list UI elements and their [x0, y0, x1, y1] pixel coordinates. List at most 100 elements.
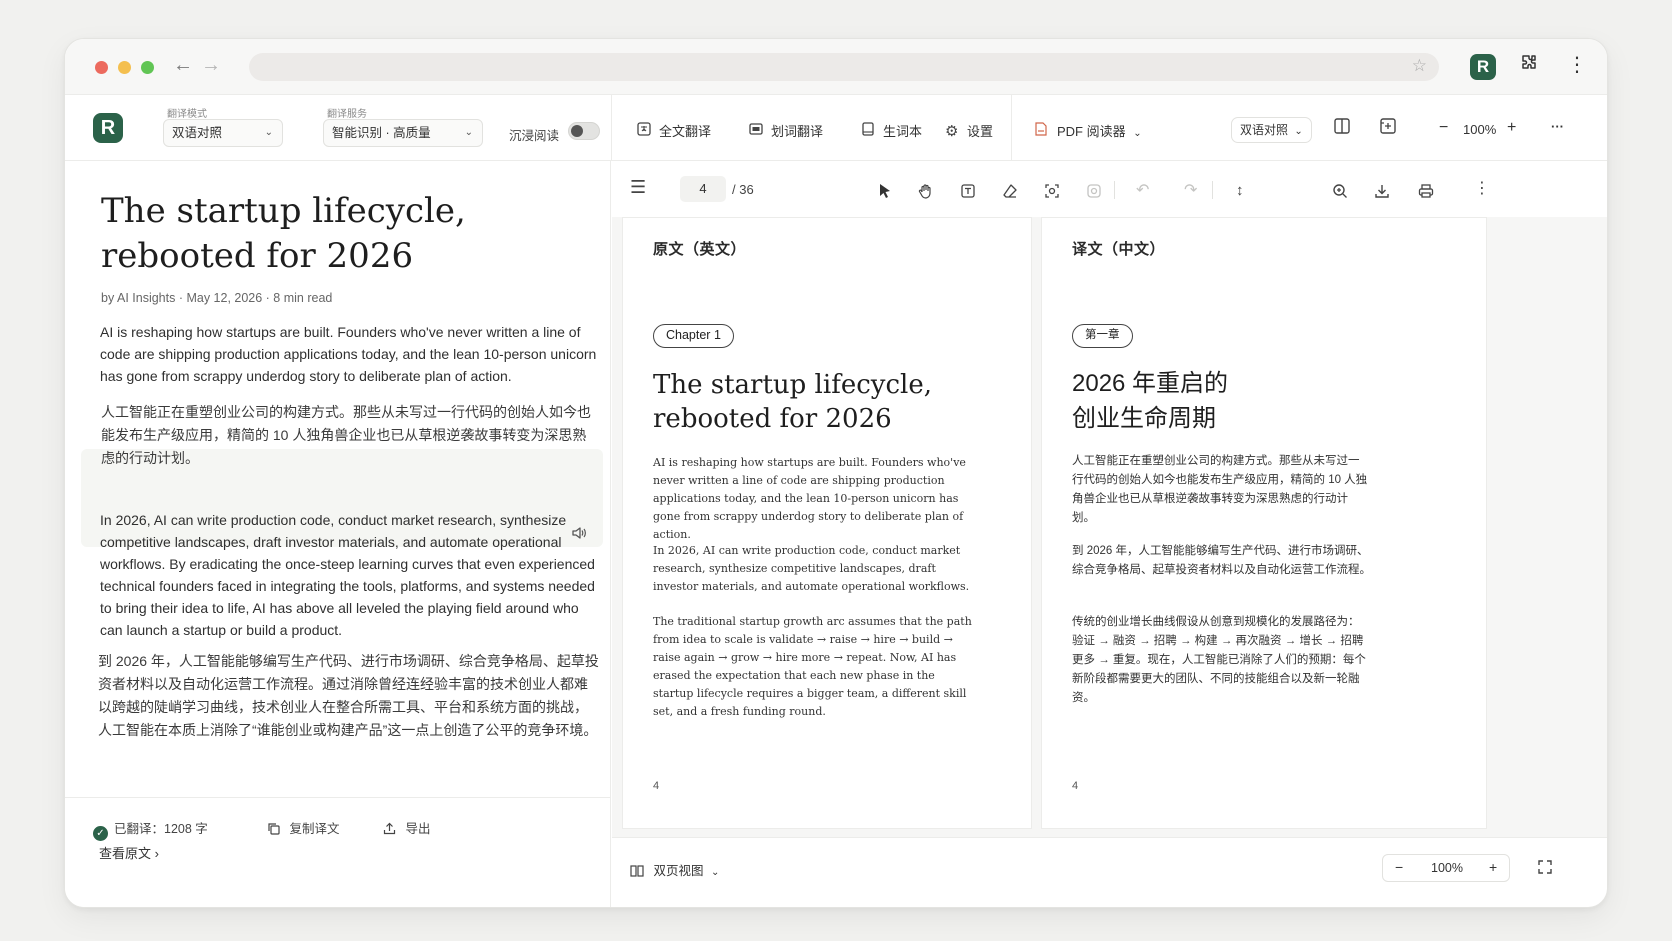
minimize-window-button[interactable]: [118, 61, 131, 74]
close-window-button[interactable]: [95, 61, 108, 74]
footer-zoom-level: 100%: [1431, 861, 1463, 875]
zoom-level: 100%: [1463, 122, 1497, 137]
bilingual-view-select[interactable]: 双语对照 ⌄: [1231, 117, 1312, 143]
translation-mode-select[interactable]: 双语对照 ⌄: [163, 119, 283, 147]
two-page-icon: [630, 865, 647, 880]
book-icon: [861, 122, 877, 139]
page-paragraph: AI is reshaping how startups are built. …: [653, 456, 966, 541]
more-options-icon[interactable]: ···: [1551, 119, 1564, 134]
paragraph-translation: 人工智能正在重塑创业公司的构建方式。那些从未写过一行代码的创始人如今也能发布生产…: [101, 404, 591, 466]
split-view-icon[interactable]: [1333, 117, 1351, 138]
forward-arrow-icon[interactable]: →: [201, 53, 221, 77]
text-box-icon[interactable]: [960, 183, 976, 203]
page-number: 4: [653, 780, 660, 792]
pdf-footer: 双页视图 ⌄ − 100% +: [612, 837, 1607, 907]
chevron-down-icon: ⌄: [710, 867, 720, 878]
export-label: 导出: [405, 822, 431, 836]
vocabulary-button[interactable]: 生词本: [861, 121, 922, 140]
screenshot-icon[interactable]: [1044, 183, 1060, 203]
chevron-down-icon: ⌄: [464, 127, 473, 138]
redo-icon: ↷: [1184, 182, 1198, 199]
view-mode-select[interactable]: 双页视图 ⌄: [630, 860, 719, 880]
pdf-viewer: 原文（英文） Chapter 1 The startup lifecycle, …: [612, 217, 1607, 837]
hand-icon[interactable]: [918, 183, 934, 203]
page-number: 4: [1072, 780, 1079, 792]
check-circle-icon: ✓: [93, 826, 108, 841]
stamp-icon: [1086, 183, 1102, 203]
translation-mode-group: 翻译模式 双语对照 ⌄: [163, 105, 283, 147]
translation-header: 译文（中文）: [1072, 241, 1166, 258]
full-translate-button[interactable]: 全文翻译: [637, 121, 711, 140]
toolbar-divider: [611, 95, 612, 161]
full-translate-label: 全文翻译: [659, 124, 712, 139]
bookmark-star-icon[interactable]: ☆: [1412, 56, 1427, 76]
translated-count: 已翻译：1208 字: [114, 822, 208, 836]
app-toolbar: R 翻译模式 双语对照 ⌄ 翻译服务 智能识别 · 高质量 ⌄ 沉浸阅读 全文翻…: [65, 95, 1607, 161]
back-arrow-icon[interactable]: ←: [173, 53, 193, 77]
article-byline: by AI Insights · May 12, 2026 · 8 min re…: [101, 291, 333, 305]
page-paragraph: 传统的创业增长曲线假设从创意到规模化的发展路径为：验证 → 融资 → 招聘 → …: [1072, 616, 1366, 704]
page-paragraph: 人工智能正在重塑创业公司的构建方式。那些从未写过一行代码的创始人如今也能发布生产…: [1072, 455, 1368, 524]
export-icon: [383, 822, 399, 838]
toolbar-divider: [1011, 95, 1012, 161]
extension-logo-icon[interactable]: R: [1470, 54, 1496, 80]
word-translate-button[interactable]: 划词翻译: [749, 121, 823, 140]
cursor-icon[interactable]: [878, 183, 892, 203]
chapter-badge: Chapter 1: [653, 324, 734, 348]
zoom-search-icon[interactable]: [1332, 183, 1348, 203]
menu-icon[interactable]: ☰: [630, 178, 646, 196]
page-title: The startup lifecycle, rebooted for 2026: [653, 370, 932, 434]
extensions-puzzle-icon[interactable]: [1519, 53, 1539, 79]
page-paragraph: In 2026, AI can write production code, c…: [653, 544, 970, 593]
translation-status: ✓ 已翻译：1208 字: [93, 818, 208, 841]
chevron-down-icon: ⌄: [264, 127, 273, 138]
immersive-reading-label: 沉浸阅读: [509, 129, 560, 143]
browser-menu-icon[interactable]: ⋮: [1567, 51, 1587, 79]
pdf-reader-label: PDF 阅读器: [1057, 124, 1126, 139]
settings-button[interactable]: ⚙ 设置: [945, 121, 993, 140]
article-pane: The startup lifecycle, rebooted for 2026…: [65, 161, 611, 907]
original-header: 原文（英文）: [653, 241, 747, 258]
immersive-reading-toggle[interactable]: [568, 122, 600, 140]
toolbar-divider: [1212, 181, 1213, 199]
pdf-more-icon[interactable]: ⋮: [1474, 181, 1490, 197]
view-mode-label: 双页视图: [653, 864, 704, 878]
footer-zoom-out-button[interactable]: −: [1395, 859, 1403, 875]
article-footer: ✓ 已翻译：1208 字 复制译文 导出: [65, 797, 611, 907]
translation-service-label: 翻译服务: [327, 109, 367, 120]
gear-icon: ⚙: [945, 123, 959, 140]
copy-icon: [267, 823, 283, 838]
pdf-reader-button[interactable]: PDF 阅读器 ⌄: [1035, 121, 1142, 140]
translate-icon: [637, 122, 653, 139]
browser-window: ← → ☆ R ⋮ R 翻译模式 双语对照 ⌄ 翻译服务 智能识别 · 高质量 …: [64, 38, 1608, 908]
paragraph-original: In 2026, AI can write production code, c…: [100, 512, 595, 638]
chevron-down-icon: ⌄: [1294, 126, 1303, 137]
print-icon[interactable]: [1418, 183, 1434, 203]
app-logo: R: [93, 113, 123, 143]
page-number-input[interactable]: 4: [680, 176, 726, 202]
copy-translation-button[interactable]: 复制译文: [267, 818, 340, 838]
fullscreen-icon[interactable]: [1538, 860, 1552, 879]
fit-height-icon[interactable]: ↕: [1236, 183, 1244, 199]
page-title-line: 2026 年重启的: [1072, 370, 1229, 397]
copy-translation-label: 复制译文: [289, 822, 340, 836]
eraser-icon[interactable]: [1002, 183, 1018, 203]
export-button[interactable]: 导出: [383, 818, 431, 838]
page-title: 2026 年重启的 创业生命周期: [1072, 366, 1452, 436]
paragraph-original: AI is reshaping how startups are built. …: [100, 324, 597, 384]
add-panel-icon[interactable]: [1379, 117, 1397, 138]
address-bar[interactable]: ☆: [249, 53, 1439, 81]
toolbar-divider: [1114, 181, 1115, 199]
footer-zoom-in-button[interactable]: +: [1489, 859, 1497, 875]
download-icon[interactable]: [1374, 183, 1390, 203]
undo-icon: ↶: [1136, 182, 1150, 199]
maximize-window-button[interactable]: [141, 61, 154, 74]
pdf-file-icon: [1035, 122, 1051, 139]
paragraph-translation: 到 2026 年，人工智能能够编写生产代码、进行市场调研、综合竞争格局、起草投资…: [98, 653, 599, 738]
page-total: / 36: [732, 182, 754, 197]
footer-zoom-control: − 100% +: [1382, 854, 1510, 882]
zoom-in-button[interactable]: +: [1507, 119, 1516, 137]
zoom-out-button[interactable]: −: [1439, 119, 1448, 137]
chevron-down-icon: ⌄: [1133, 128, 1142, 139]
translation-service-select[interactable]: 智能识别 · 高质量 ⌄: [323, 119, 483, 147]
